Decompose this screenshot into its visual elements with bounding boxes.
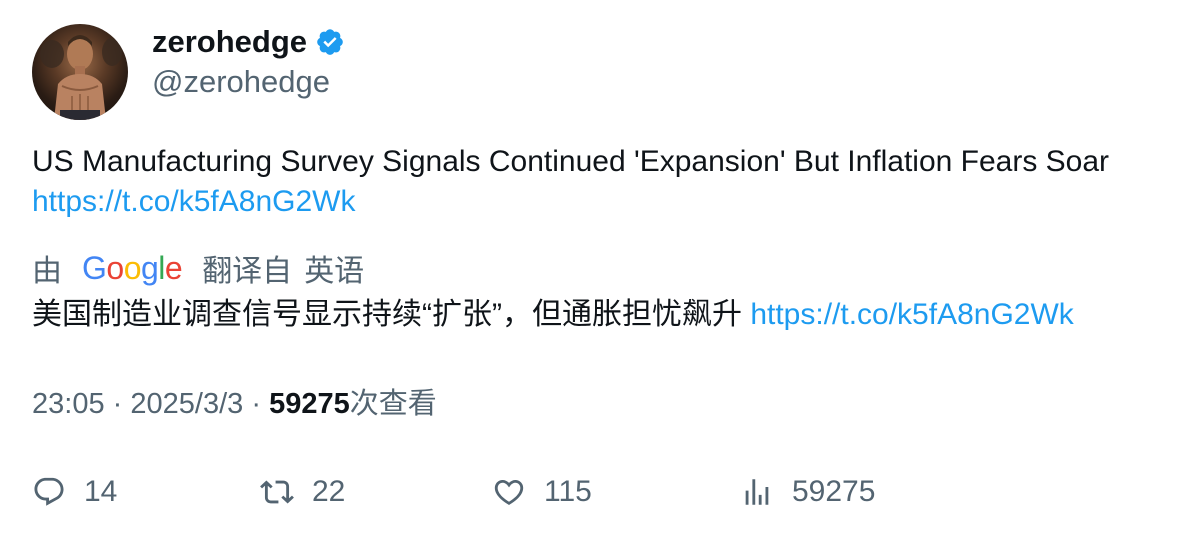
reply-count: 14	[84, 475, 118, 508]
translated-link[interactable]: https://t.co/k5fA8nG2Wk	[750, 298, 1073, 331]
tweet-body: US Manufacturing Survey Signals Continue…	[32, 145, 1110, 178]
verified-badge-icon	[317, 29, 343, 55]
google-logo: Google	[82, 249, 183, 286]
tweet-date[interactable]: 2025/3/3	[130, 388, 243, 420]
avatar-image	[40, 35, 122, 120]
translated-from-label: 翻译自	[202, 255, 293, 288]
meta-separator: ·	[251, 388, 261, 420]
retweet-icon	[260, 480, 294, 504]
views-action-count: 59275	[792, 475, 876, 508]
source-language: 英语	[304, 255, 365, 288]
retweet-button[interactable]: 22	[260, 470, 345, 514]
translation-by-label: 由	[32, 255, 62, 288]
views-label: 次查看	[349, 388, 437, 420]
author-handle[interactable]: @zerohedge	[152, 62, 330, 102]
reply-button[interactable]: 14	[32, 470, 117, 514]
heart-icon	[494, 479, 524, 505]
translated-body: 美国制造业调查信号显示持续“扩张”，但通胀担忧飙升	[32, 298, 751, 331]
avatar[interactable]	[32, 24, 128, 120]
analytics-icon	[745, 479, 769, 505]
translation-attribution[interactable]: 由 Google 翻译自 英语	[32, 248, 365, 289]
like-count: 115	[544, 475, 592, 508]
like-button[interactable]: 115	[492, 470, 592, 514]
views-button[interactable]: 59275	[740, 470, 875, 514]
retweet-count: 22	[312, 475, 346, 508]
tweet-meta: 23:05 · 2025/3/3 · 59275次查看	[32, 384, 437, 424]
action-bar: 14 22 115 59275	[32, 470, 1162, 514]
tweet-card: zerohedge @zerohedge US Manufacturing Su…	[0, 0, 1196, 538]
tweet-time[interactable]: 23:05	[32, 388, 105, 420]
reply-icon	[34, 477, 64, 506]
author-name-text: zerohedge	[152, 24, 308, 59]
views-count: 59275	[269, 388, 350, 420]
author-display-name[interactable]: zerohedge	[152, 22, 345, 62]
tweet-text: US Manufacturing Survey Signals Continue…	[32, 142, 1162, 222]
meta-separator: ·	[112, 388, 123, 420]
translated-text: 美国制造业调查信号显示持续“扩张”，但通胀担忧飙升 https://t.co/k…	[32, 295, 1182, 335]
tweet-link[interactable]: https://t.co/k5fA8nG2Wk	[32, 185, 355, 218]
